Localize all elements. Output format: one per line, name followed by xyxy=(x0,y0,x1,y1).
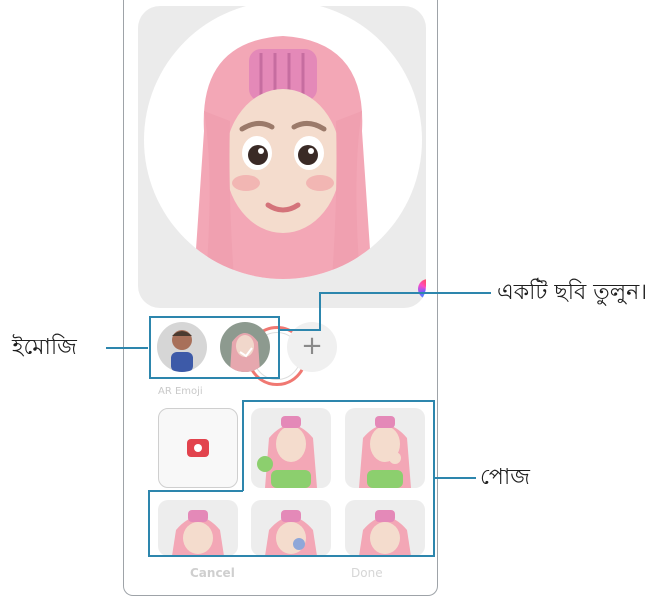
callout-take-photo: একটি ছবি তুলুন। xyxy=(497,280,648,305)
callout-emoji: ইমোজি xyxy=(12,335,77,360)
callout-pose: পোজ xyxy=(480,465,530,490)
